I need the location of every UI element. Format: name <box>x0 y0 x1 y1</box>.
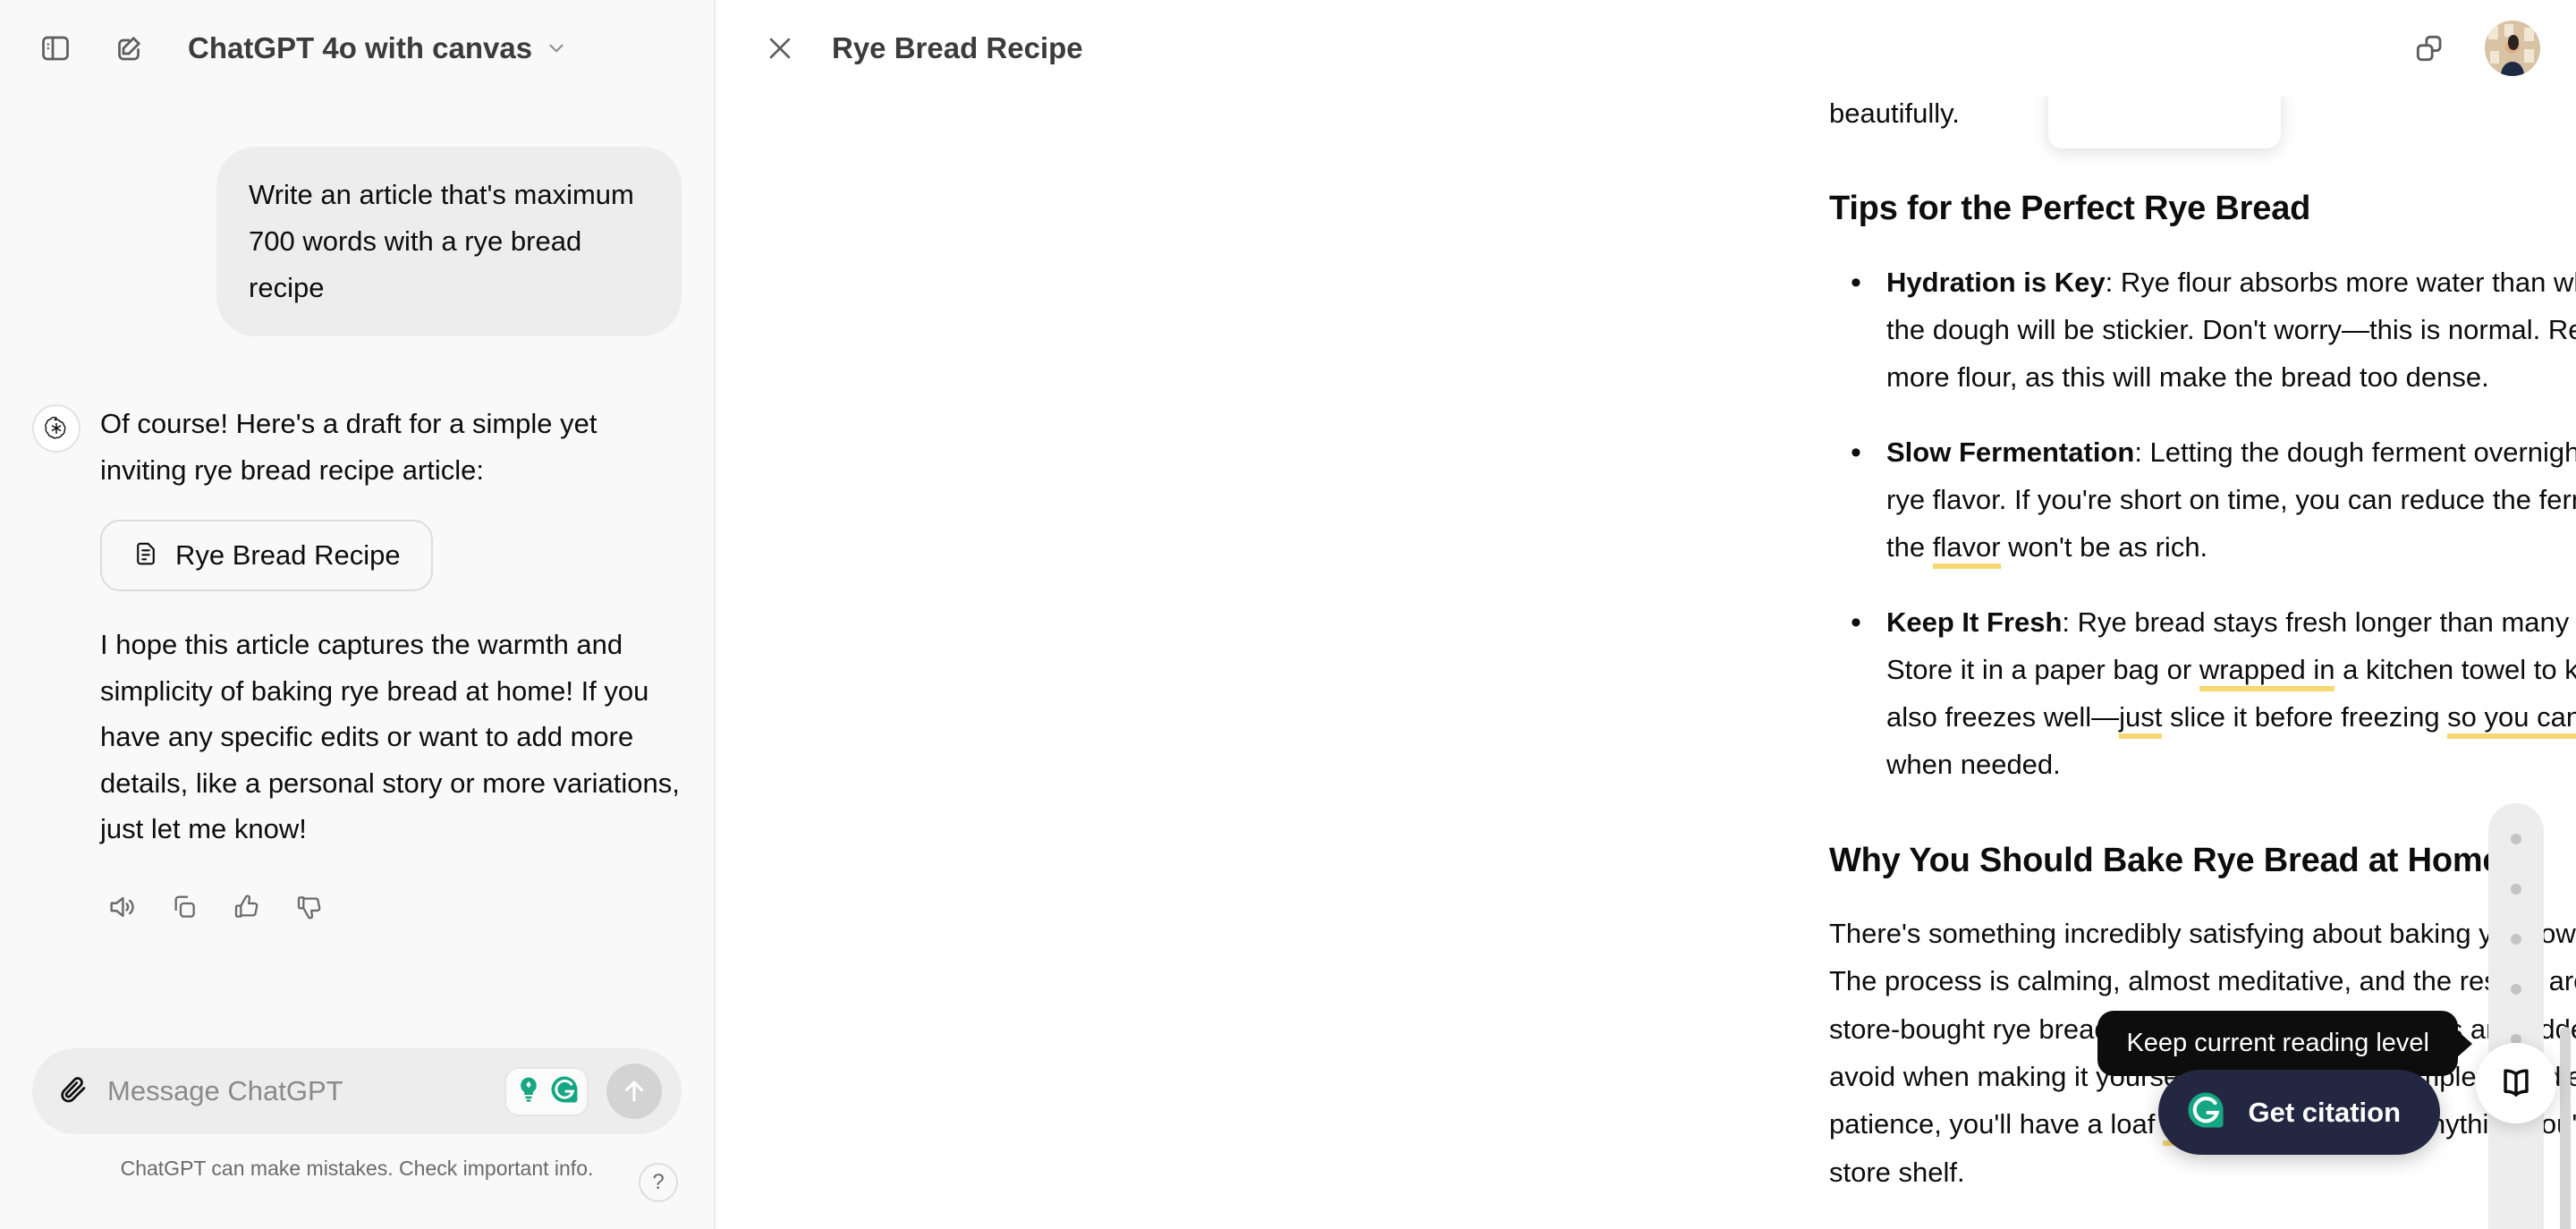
send-arrow-icon[interactable] <box>606 1064 662 1119</box>
help-button[interactable]: ? <box>639 1163 678 1202</box>
book-reading-level-icon[interactable] <box>2476 1043 2556 1123</box>
canvas-selection-popover[interactable] <box>2048 97 2281 148</box>
document-icon <box>132 540 159 572</box>
grammarly-suggestion[interactable]: flavor <box>1932 531 2001 570</box>
grammarly-g-icon[interactable] <box>549 1074 580 1109</box>
tips-heading: Tips for the Perfect Rye Bread <box>1829 190 2311 228</box>
message-action-bar <box>100 886 682 928</box>
model-selector[interactable]: ChatGPT 4o with canvas <box>179 24 582 72</box>
rail-dot <box>2511 834 2521 844</box>
canvas-right-toolbar[interactable] <box>2488 803 2544 1229</box>
copy-icon[interactable] <box>163 886 206 928</box>
chat-topbar: ChatGPT 4o with canvas <box>0 0 714 97</box>
list-item: Slow Fermentation: Letting the dough fer… <box>1829 427 2576 572</box>
tip-term: Slow Fermentation <box>1886 436 2135 468</box>
get-citation-button[interactable]: Get citation <box>2158 1070 2440 1155</box>
disclaimer-row: ChatGPT can make mistakes. Check importa… <box>0 1147 714 1229</box>
closing-paragraph: So, give it a try! Once you've had a tas… <box>1829 1221 2576 1229</box>
canvas-document[interactable]: beautifully. Tips for the Perfect Rye Br… <box>716 97 2576 1229</box>
why-text-b: patience, you'll have a loaf <box>1829 1108 2163 1140</box>
thumbs-up-icon[interactable] <box>225 886 268 928</box>
canvas-topbar: Rye Bread Recipe <box>716 0 2576 97</box>
copy-icon[interactable] <box>2406 25 2453 72</box>
canvas-scrollbar[interactable] <box>2560 1027 2571 1229</box>
canvas-topbar-right <box>2406 21 2540 76</box>
user-message-bubble: Write an article that's maximum 700 word… <box>216 147 682 337</box>
canvas-title: Rye Bread Recipe <box>832 31 1083 64</box>
list-item: Hydration is Key: Rye flour absorbs more… <box>1829 257 2576 402</box>
list-item: Keep It Fresh: Rye bread stays fresh lon… <box>1829 597 2576 789</box>
model-name-label: ChatGPT 4o with canvas <box>188 31 533 64</box>
disclaimer-text: ChatGPT can make mistakes. Check importa… <box>120 1157 594 1180</box>
rail-dot <box>2511 884 2521 894</box>
user-avatar[interactable] <box>2485 21 2540 76</box>
assistant-message-body: Of course! Here's a draft for a simple y… <box>100 401 682 928</box>
chatgpt-canvas-app: ChatGPT 4o with canvas Write an article … <box>0 0 2576 1229</box>
chat-panel: ChatGPT 4o with canvas Write an article … <box>0 0 716 1229</box>
tips-list: Hydration is Key: Rye flour absorbs more… <box>1829 257 2576 789</box>
canvas-panel: Rye Bread Recipe beautifully. Tips for t… <box>716 0 2576 1229</box>
new-chat-pencil-icon[interactable] <box>106 25 152 72</box>
assistant-outro-text: I hope this article captures the warmth … <box>100 629 680 844</box>
read-aloud-icon[interactable] <box>100 886 143 928</box>
tip-text: slice it before freezing <box>2162 701 2448 733</box>
tip-term: Keep It Fresh <box>1886 606 2063 638</box>
rail-dot <box>2511 984 2521 995</box>
rail-dot <box>2511 934 2521 945</box>
openai-logo-avatar <box>32 404 80 453</box>
chat-message-list: Write an article that's maximum 700 word… <box>0 97 714 1048</box>
grammarly-suggestion[interactable]: so you can <box>2447 701 2576 740</box>
reading-level-tooltip: Keep current reading level <box>2097 1011 2458 1076</box>
chevron-down-icon <box>545 37 568 60</box>
why-heading: Why You Should Bake Rye Bread at Home <box>1829 841 2502 879</box>
get-citation-label: Get citation <box>2248 1096 2401 1128</box>
message-input-placeholder[interactable]: Message ChatGPT <box>107 1075 487 1107</box>
tip-term: Hydration is Key <box>1886 266 2106 298</box>
tip-text: won't be as rich. <box>2000 531 2208 564</box>
message-composer[interactable]: Message ChatGPT <box>32 1048 682 1134</box>
close-x-icon[interactable] <box>757 25 803 72</box>
canvas-document-chip[interactable]: Rye Bread Recipe <box>100 520 433 592</box>
user-message-row: Write an article that's maximum 700 word… <box>32 147 682 337</box>
grammarly-g-icon <box>2185 1089 2226 1135</box>
sidebar-toggle-icon[interactable] <box>32 25 79 72</box>
assistant-message-row: Of course! Here's a draft for a simple y… <box>32 401 682 928</box>
composer-wrapper: Message ChatGPT <box>0 1048 714 1147</box>
assistant-intro-text: Of course! Here's a draft for a simple y… <box>100 408 597 486</box>
grammarly-suggestion[interactable]: wrapped in <box>2199 653 2335 691</box>
grammarly-bulb-icon[interactable] <box>513 1074 544 1109</box>
thumbs-down-icon[interactable] <box>288 886 331 928</box>
grammarly-composer-widget[interactable] <box>504 1066 589 1116</box>
paperclip-icon[interactable] <box>57 1073 89 1110</box>
document-chip-label: Rye Bread Recipe <box>175 539 401 572</box>
grammarly-suggestion[interactable]: just <box>2119 701 2163 740</box>
